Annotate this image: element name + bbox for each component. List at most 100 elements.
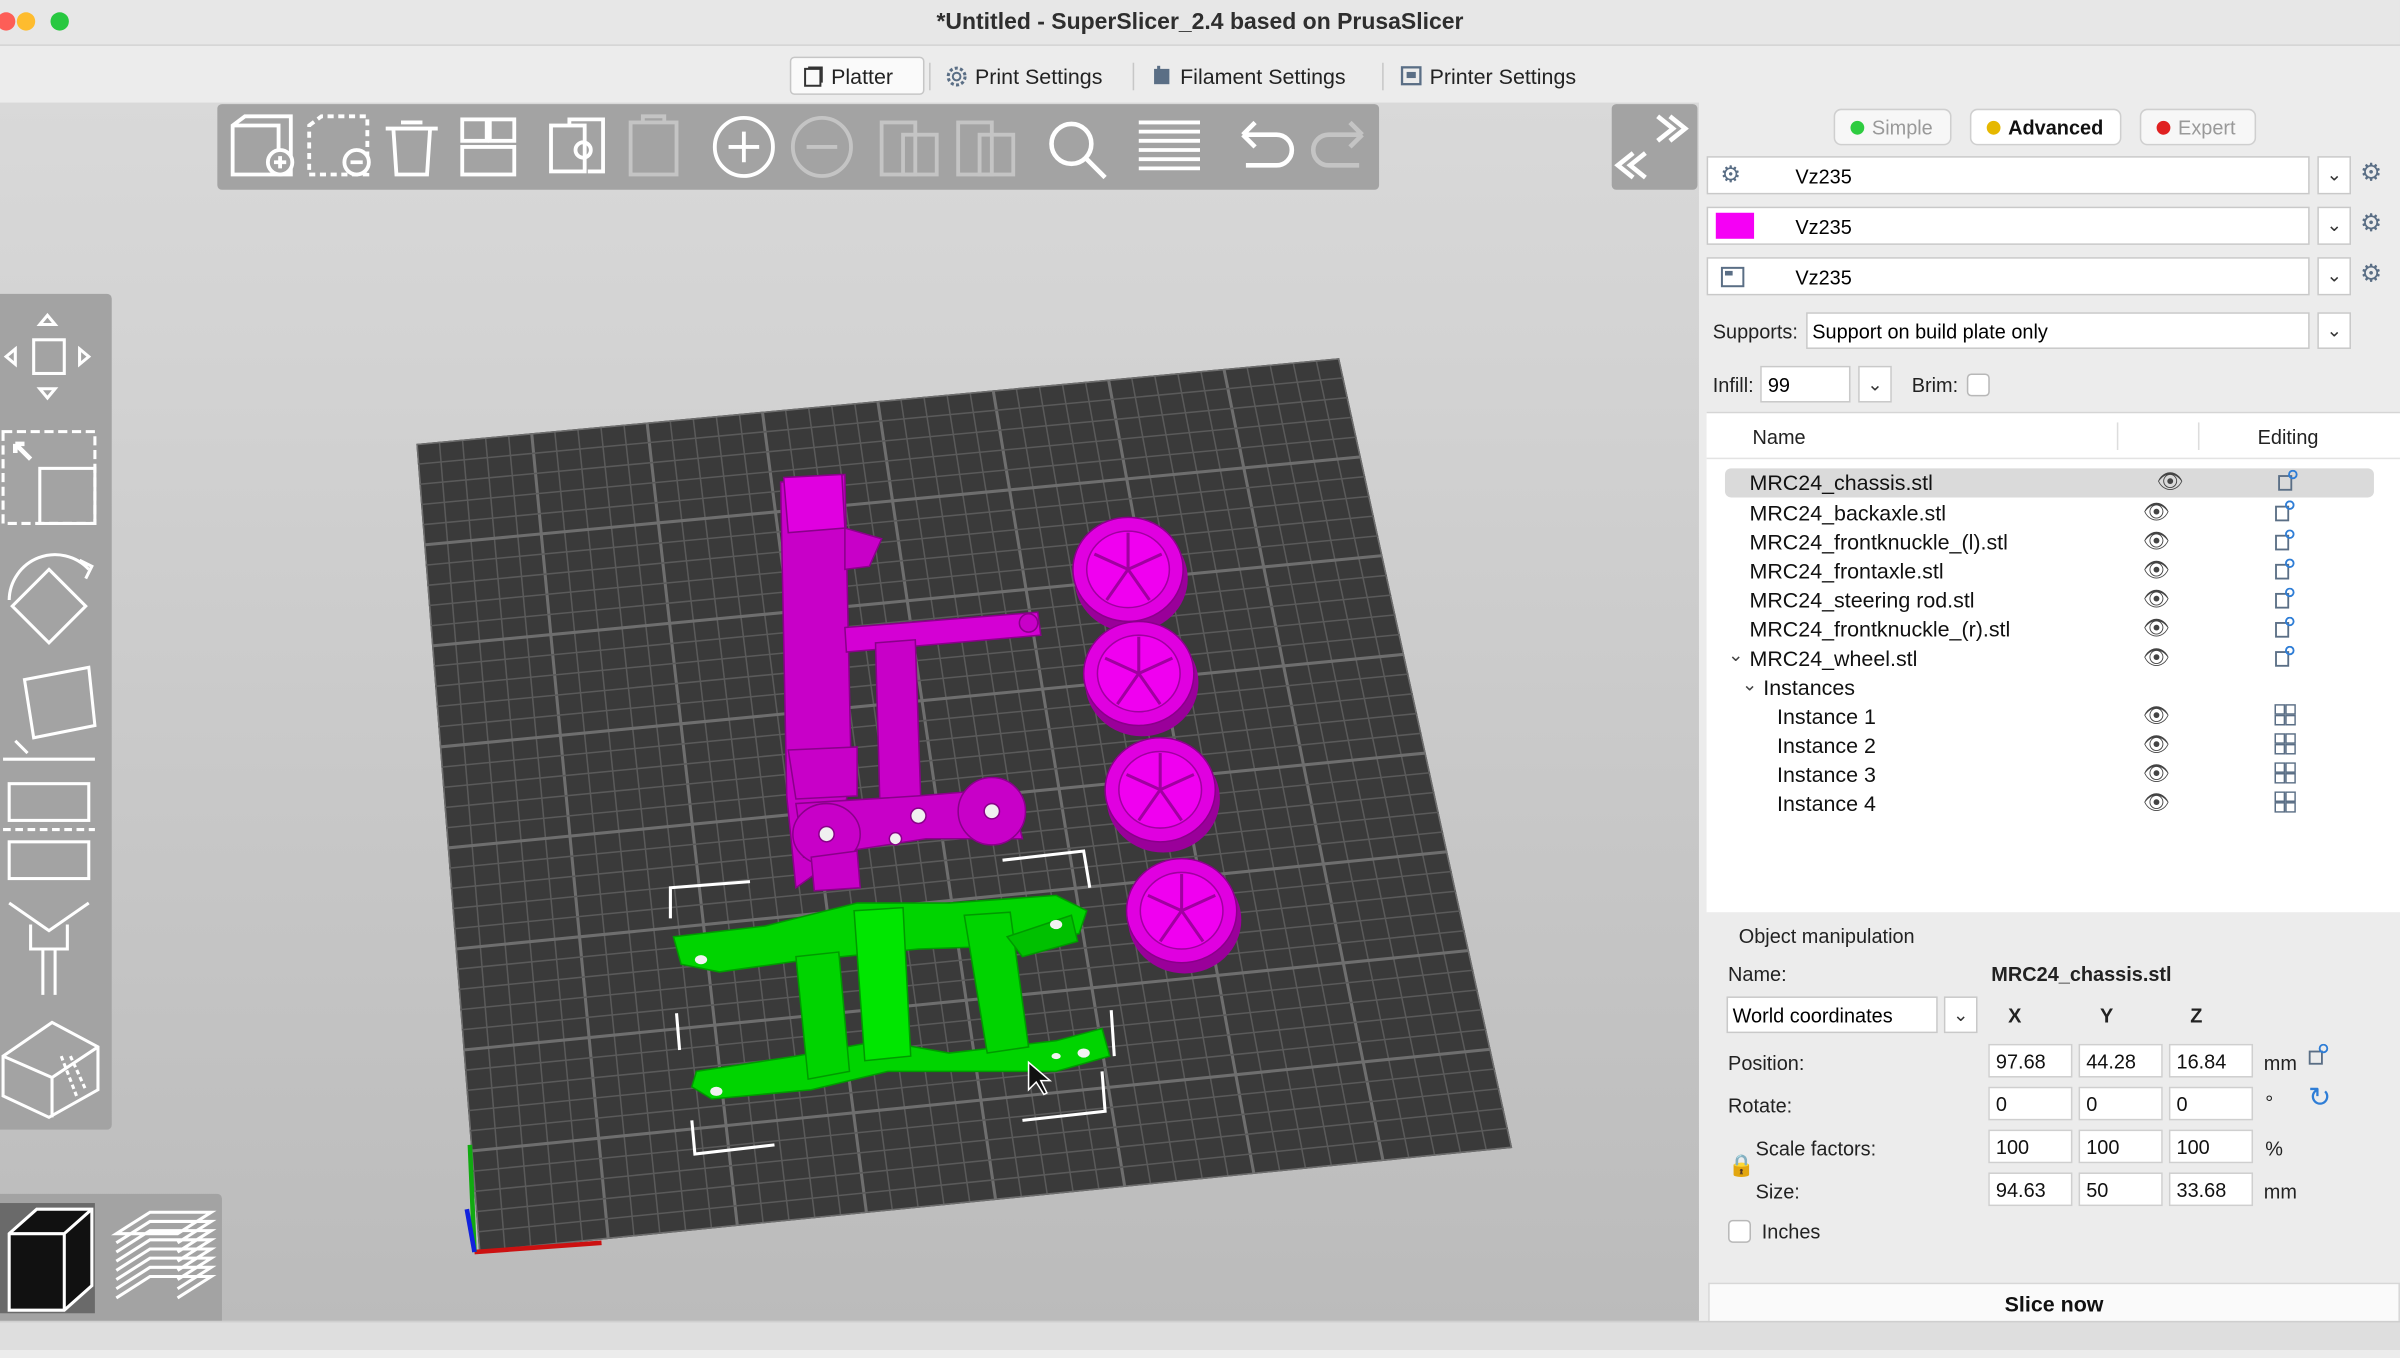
filament-color-swatch[interactable] <box>1715 212 1755 239</box>
lock-icon[interactable]: 🔒 <box>1728 1153 1755 1179</box>
tab-platter[interactable]: Platter <box>789 56 925 95</box>
object-row-frontaxle[interactable]: MRC24_frontaxle.stl 👁 <box>1707 557 2400 586</box>
eye-icon[interactable]: 👁 <box>2143 499 2170 525</box>
place-on-face-icon[interactable] <box>3 665 97 761</box>
undo-icon[interactable] <box>1241 120 1295 168</box>
remove-instance-icon[interactable] <box>790 115 853 178</box>
eye-icon[interactable]: 👁 <box>2143 732 2170 758</box>
arrange-icon[interactable] <box>460 117 517 177</box>
scale-x-input[interactable]: 100 <box>1988 1129 2073 1164</box>
infill-dropdown[interactable]: ⌄ <box>1858 365 1892 403</box>
object-row-backaxle[interactable]: MRC24_backaxle.stl 👁 <box>1707 499 2400 528</box>
instance-row[interactable]: Instance 2 👁 <box>1707 732 2400 761</box>
infill-input[interactable]: 99 <box>1760 365 1851 403</box>
instance-grid-icon[interactable] <box>2274 704 2296 726</box>
edit-icon[interactable] <box>2278 469 2299 491</box>
scale-y-input[interactable]: 100 <box>2078 1129 2163 1164</box>
eye-icon[interactable]: 👁 <box>2143 557 2170 583</box>
eye-icon[interactable]: 👁 <box>2143 528 2170 554</box>
edit-icon[interactable] <box>2274 645 2295 667</box>
reset-rotation-icon[interactable]: ↻ <box>2308 1082 2331 1114</box>
edit-icon[interactable] <box>2274 558 2295 580</box>
print-preset-dropdown[interactable]: ⌄ <box>2317 156 2352 195</box>
col-name-header[interactable]: Name <box>1753 426 1806 449</box>
coordinates-select[interactable]: World coordinates <box>1726 996 1938 1034</box>
add-instance-icon[interactable] <box>712 115 775 178</box>
object-row-steering-rod[interactable]: MRC24_steering rod.stl 👁 <box>1707 586 2400 615</box>
inches-checkbox[interactable] <box>1728 1219 1752 1243</box>
delete-all-icon[interactable] <box>385 120 438 177</box>
rotate-z-input[interactable]: 0 <box>2168 1086 2254 1121</box>
add-icon[interactable] <box>230 114 295 177</box>
rod-end[interactable] <box>1018 613 1039 633</box>
redo-icon[interactable] <box>1311 120 1364 168</box>
printer-preset-dropdown[interactable]: ⌄ <box>2317 257 2352 296</box>
position-z-input[interactable]: 16.84 <box>2168 1043 2254 1078</box>
size-x-input[interactable]: 94.63 <box>1988 1172 2073 1207</box>
instance-row[interactable]: Instance 4 👁 <box>1707 790 2400 819</box>
tab-printer-settings[interactable]: Printer Settings <box>1390 57 1585 95</box>
position-x-input[interactable]: 97.68 <box>1988 1043 2073 1078</box>
filament-settings-gear-icon[interactable]: ⚙ <box>2360 212 2384 237</box>
instances-group[interactable]: ⌄ Instances <box>1707 673 2400 702</box>
size-y-input[interactable]: 50 <box>2078 1172 2163 1207</box>
edit-icon[interactable] <box>2274 500 2295 522</box>
preview-icon[interactable] <box>111 1210 217 1300</box>
chassis-side-mid[interactable] <box>853 906 912 1062</box>
edit-icon[interactable] <box>2274 529 2295 551</box>
paint-supports-icon[interactable] <box>8 901 90 995</box>
frame-top[interactable] <box>782 473 846 534</box>
print-preset-select[interactable]: ⚙ Vz235 <box>1706 156 2310 195</box>
eye-icon[interactable]: 👁 <box>2143 615 2170 641</box>
rotate-x-input[interactable]: 0 <box>1988 1086 2073 1121</box>
instance-grid-icon[interactable] <box>2274 762 2296 784</box>
mode-expert-button[interactable]: Expert <box>2139 108 2257 146</box>
mode-advanced-button[interactable]: Advanced <box>1969 108 2122 146</box>
split-parts-icon[interactable] <box>956 120 1016 177</box>
mode-simple-button[interactable]: Simple <box>1833 108 1952 146</box>
rotate-icon[interactable] <box>7 553 94 646</box>
copy-icon[interactable] <box>549 117 605 174</box>
build-plate-scene[interactable] <box>0 103 1699 1321</box>
supports-select[interactable]: Support on build plate only <box>1806 312 2310 349</box>
scale-icon[interactable] <box>1 430 97 525</box>
eye-icon[interactable]: 👁 <box>2143 703 2170 729</box>
tab-print-settings[interactable]: Print Settings <box>935 57 1111 95</box>
brim-checkbox[interactable] <box>1966 373 1990 397</box>
filament-preset-dropdown[interactable]: ⌄ <box>2317 206 2352 245</box>
3d-viewport[interactable] <box>0 102 1699 1321</box>
edit-icon[interactable] <box>2274 616 2295 638</box>
edit-icon[interactable] <box>2274 587 2295 609</box>
object-row-frontknuckle-r[interactable]: MRC24_frontknuckle_(r).stl 👁 <box>1707 615 2400 644</box>
eye-icon[interactable]: 👁 <box>2157 468 2184 494</box>
lower-bracket[interactable] <box>810 850 862 892</box>
object-row-frontknuckle-l[interactable]: MRC24_frontknuckle_(l).stl 👁 <box>1707 528 2400 557</box>
coordinates-dropdown[interactable]: ⌄ <box>1943 996 1978 1034</box>
scale-z-input[interactable]: 100 <box>2168 1129 2254 1164</box>
slice-now-button[interactable]: Slice now <box>1708 1282 2400 1326</box>
chevron-down-icon[interactable]: ⌄ <box>1742 673 1757 694</box>
object-row-chassis[interactable]: MRC24_chassis.stl 👁 <box>1724 468 2374 498</box>
chevron-down-icon[interactable]: ⌄ <box>1728 644 1743 665</box>
object-row-wheel[interactable]: ⌄ MRC24_wheel.stl 👁 <box>1707 644 2400 673</box>
printer-settings-gear-icon[interactable]: ⚙ <box>2360 262 2384 287</box>
paste-icon[interactable] <box>628 114 679 177</box>
print-settings-gear-icon[interactable]: ⚙ <box>2360 161 2384 186</box>
col-editing-header[interactable]: Editing <box>2258 426 2319 449</box>
eye-icon[interactable]: 👁 <box>2143 761 2170 787</box>
supports-dropdown[interactable]: ⌄ <box>2317 312 2352 349</box>
move-icon[interactable] <box>3 312 92 401</box>
eye-icon[interactable]: 👁 <box>2143 644 2170 670</box>
collapse-sidebar-button[interactable] <box>1611 104 1698 190</box>
instance-grid-icon[interactable] <box>2274 733 2296 755</box>
layer-editing-icon[interactable] <box>1138 120 1200 171</box>
cut-icon[interactable] <box>3 782 95 881</box>
eye-icon[interactable]: 👁 <box>2143 586 2170 612</box>
size-z-input[interactable]: 33.68 <box>2168 1172 2254 1207</box>
instance-row[interactable]: Instance 1 👁 <box>1707 703 2400 732</box>
rotate-y-input[interactable]: 0 <box>2078 1086 2163 1121</box>
split-objects-icon[interactable] <box>879 120 939 177</box>
drop-to-bed-icon[interactable] <box>2308 1043 2329 1065</box>
delete-icon[interactable] <box>307 114 371 177</box>
instance-row[interactable]: Instance 3 👁 <box>1707 761 2400 790</box>
